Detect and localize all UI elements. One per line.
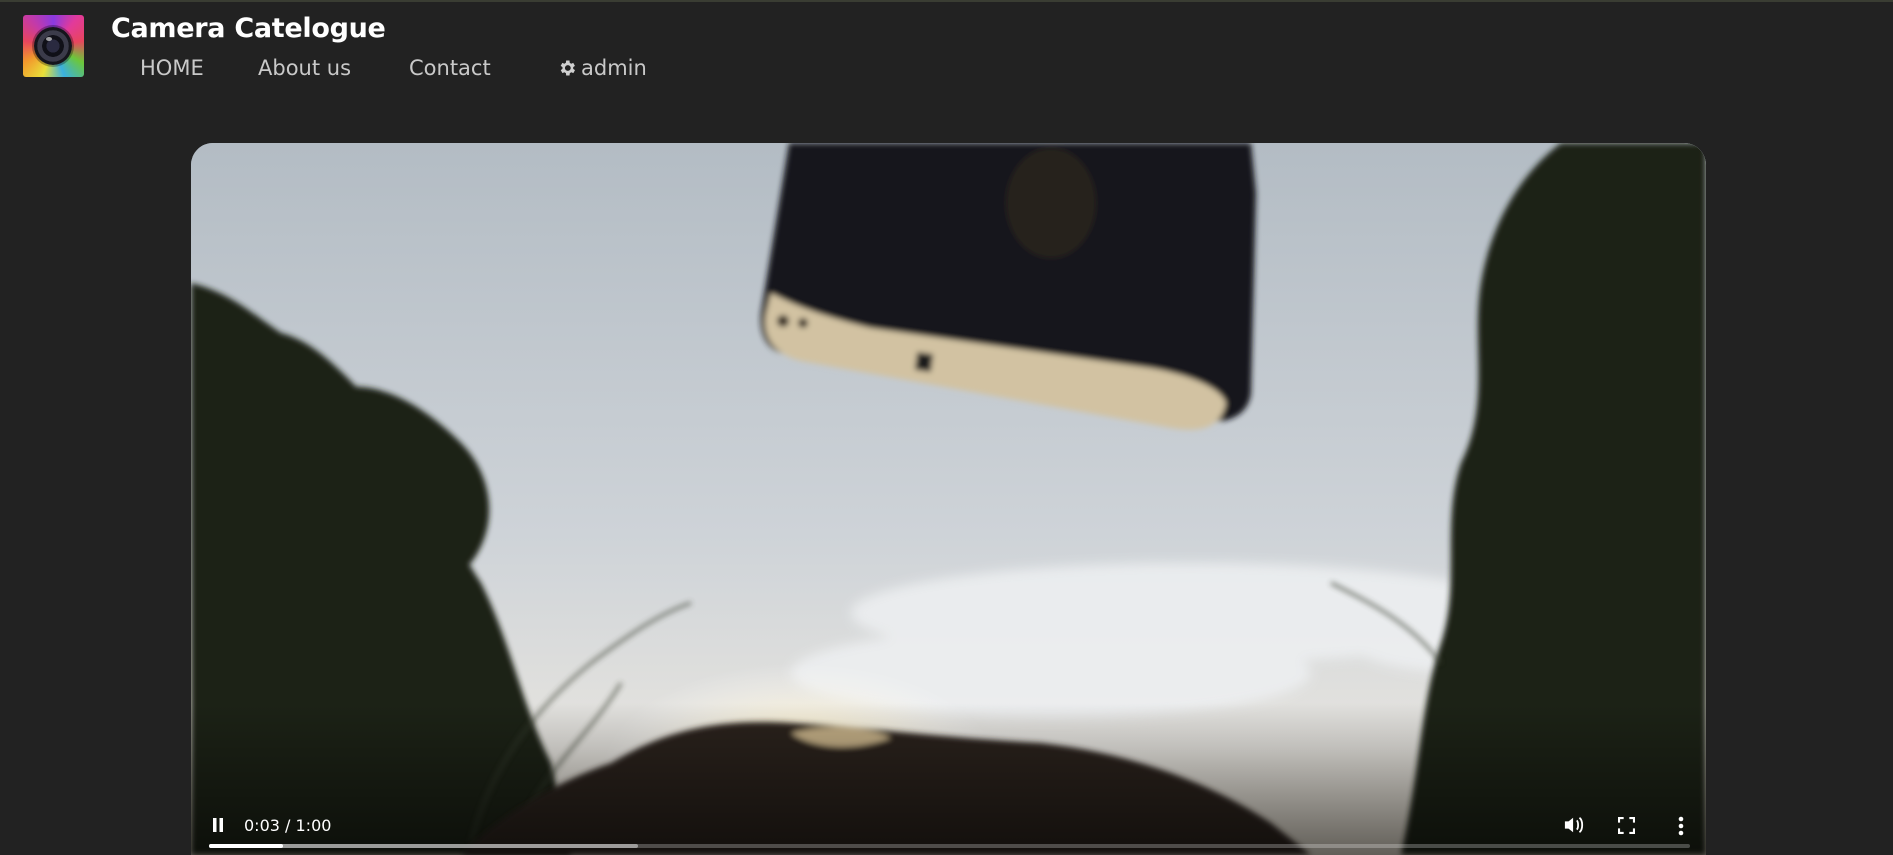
video-controls: 0:03 / 1:00 (191, 775, 1706, 855)
pause-icon[interactable] (211, 817, 225, 833)
top-border (0, 0, 1893, 2)
nav-home[interactable]: HOME (140, 56, 204, 80)
video-player[interactable]: 0:03 / 1:00 (191, 143, 1706, 855)
nav-contact[interactable]: Contact (409, 56, 491, 80)
volume-icon[interactable] (1563, 815, 1585, 835)
camera-lens-icon[interactable] (23, 15, 84, 77)
fullscreen-icon[interactable] (1618, 817, 1635, 834)
nav-admin-label: admin (581, 56, 647, 80)
gear-icon (560, 60, 575, 76)
more-vertical-icon[interactable] (1678, 816, 1684, 836)
lens-graphic (34, 27, 72, 65)
video-progress-bar[interactable] (209, 844, 1690, 848)
video-time: 0:03 / 1:00 (244, 816, 332, 835)
nav-admin[interactable]: admin (557, 56, 647, 80)
site-title[interactable]: Camera Catelogue (111, 13, 386, 44)
video-frame (191, 143, 1706, 855)
nav-about-us[interactable]: About us (258, 56, 351, 80)
played-bar (209, 844, 284, 848)
